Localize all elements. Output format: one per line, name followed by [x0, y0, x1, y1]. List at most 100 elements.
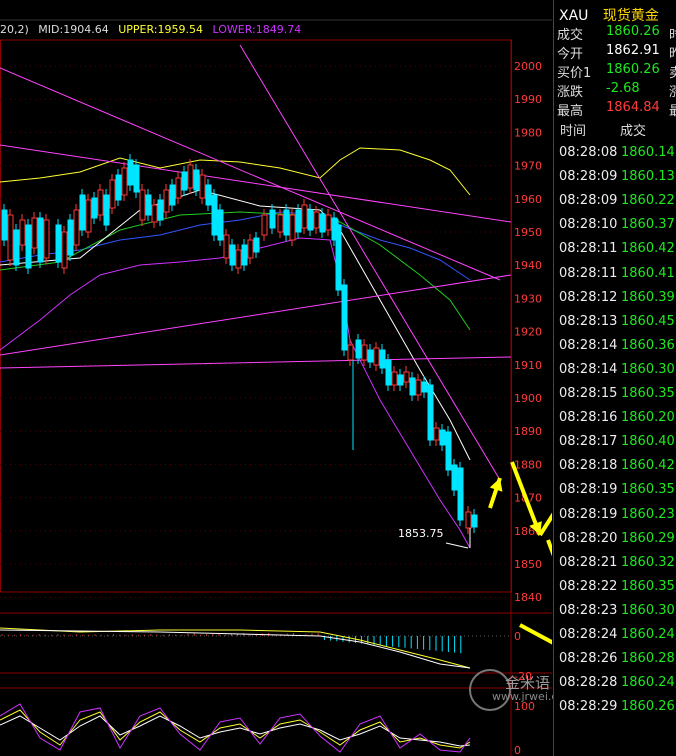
candle-body — [451, 464, 458, 491]
tick-time: 08:28:21 — [559, 554, 618, 570]
candle-body — [85, 199, 92, 233]
quote-panel: XAU 现货黄金 成交 1860.26 时今开 1862.91 昨买价1 1860.26 卖… — [553, 0, 676, 756]
tick-row[interactable]: 08:28:13 1860.45 — [554, 314, 676, 338]
tick-time: 08:28:28 — [559, 675, 618, 691]
quote-label: 今开 — [557, 47, 584, 62]
tick-row[interactable]: 08:28:15 1860.35 — [554, 386, 676, 410]
candle-body — [157, 199, 164, 221]
candle-body — [385, 359, 392, 386]
candle-body — [199, 174, 206, 199]
tick-row[interactable]: 08:28:23 1860.30 — [554, 603, 676, 627]
tick-row[interactable]: 08:28:20 1860.29 — [554, 531, 676, 555]
candle-body — [55, 224, 62, 263]
quote-row: 涨跌 -2.68 涨 — [554, 81, 676, 100]
candle-body — [43, 219, 50, 259]
candle-body — [193, 169, 200, 191]
candle-body — [121, 167, 128, 196]
tick-row[interactable]: 08:28:26 1860.28 — [554, 651, 676, 675]
tick-time: 08:28:16 — [559, 410, 618, 426]
tick-header-price: 成交 — [620, 124, 647, 139]
tick-price: 1860.35 — [621, 386, 675, 401]
tick-row[interactable]: 08:28:28 1860.24 — [554, 675, 676, 699]
candle-body — [235, 249, 242, 269]
candle-body — [67, 219, 74, 256]
candle-body — [415, 379, 422, 396]
candle-body — [471, 514, 478, 528]
tick-row[interactable]: 08:28:11 1860.41 — [554, 266, 676, 290]
tick-row[interactable]: 08:28:16 1860.20 — [554, 410, 676, 434]
tick-row[interactable]: 08:28:19 1860.35 — [554, 482, 676, 506]
tick-price: 1860.14 — [621, 145, 675, 160]
tick-price: 1860.40 — [621, 434, 675, 450]
tick-price: 1860.30 — [621, 602, 675, 618]
tick-time: 08:28:09 — [559, 193, 618, 209]
tick-row[interactable]: 08:28:11 1860.42 — [554, 241, 676, 265]
quote-extra-label: 最 — [669, 104, 676, 119]
kline-chart-area[interactable]: 20,2) MID:1904.64 UPPER:1959.54 LOWER:18… — [0, 0, 575, 756]
tick-row[interactable]: 08:28:14 1860.36 — [554, 338, 676, 362]
tick-price: 1860.29 — [621, 530, 675, 546]
quote-label: 涨跌 — [557, 85, 584, 100]
tick-time: 08:28:20 — [559, 530, 618, 546]
tick-row[interactable]: 08:28:09 1860.22 — [554, 193, 676, 217]
y-axis-label: 1930 — [514, 292, 542, 305]
tick-row[interactable]: 08:28:18 1860.42 — [554, 458, 676, 482]
tick-row[interactable]: 08:28:08 1860.14 — [554, 145, 676, 169]
tick-price: 1860.24 — [621, 627, 675, 642]
tick-row[interactable]: 08:28:10 1860.37 — [554, 217, 676, 241]
y-axis-label: 1960 — [514, 193, 542, 206]
tick-time: 08:28:23 — [559, 602, 618, 618]
tick-row[interactable]: 08:28:14 1860.30 — [554, 362, 676, 386]
bollinger-lower-line — [0, 237, 471, 549]
tick-time: 08:28:08 — [559, 145, 618, 160]
tick-time: 08:28:11 — [559, 265, 618, 281]
candle-body — [439, 429, 446, 446]
tick-time: 08:28:19 — [559, 482, 618, 498]
y-axis-label: 1900 — [514, 392, 542, 405]
tick-time: 08:28:17 — [559, 434, 618, 450]
trendline-rising — [0, 274, 512, 356]
tick-row[interactable]: 08:28:17 1860.40 — [554, 434, 676, 458]
candle-body — [211, 194, 218, 236]
candle-body — [19, 219, 26, 246]
quote-label: 成交 — [557, 28, 584, 43]
tick-row[interactable]: 08:28:09 1860.13 — [554, 169, 676, 193]
bollinger-upper-line — [0, 147, 471, 196]
quote-value: 1864.84 — [606, 100, 660, 115]
candle-body — [175, 177, 182, 199]
quote-extra-label: 卖 — [669, 66, 676, 81]
candle-body — [187, 164, 194, 189]
tick-row[interactable]: 08:28:29 1860.26 — [554, 699, 676, 723]
panel-title: XAU 现货黄金 — [559, 5, 659, 25]
y-axis-label: 1980 — [514, 126, 542, 139]
candle-body — [37, 217, 44, 263]
y-axis-label: 1920 — [514, 326, 542, 339]
tick-price: 1860.36 — [621, 337, 675, 353]
candle-body — [127, 159, 134, 186]
tick-time: 08:28:19 — [559, 506, 618, 522]
candle-body — [139, 189, 146, 221]
tick-row[interactable]: 08:28:12 1860.39 — [554, 290, 676, 314]
quote-value: 1860.26 — [606, 62, 660, 77]
quote-row: 成交 1860.26 时 — [554, 24, 676, 43]
main-chart-frame — [0, 39, 512, 593]
tick-row[interactable]: 08:28:22 1860.35 — [554, 579, 676, 603]
tick-price: 1860.41 — [621, 265, 675, 281]
kdj-j-line — [0, 703, 471, 753]
candle-body — [457, 467, 464, 521]
tick-row[interactable]: 08:28:21 1860.32 — [554, 555, 676, 579]
candle-body — [91, 197, 98, 219]
tick-price: 1860.42 — [621, 241, 675, 257]
tick-time: 08:28:24 — [559, 627, 618, 642]
arrow-down-5 — [519, 623, 552, 645]
quote-value: 1862.91 — [606, 43, 660, 58]
candle-body — [379, 349, 386, 369]
tick-row[interactable]: 08:28:24 1860.24 — [554, 627, 676, 651]
candle-body — [313, 211, 320, 229]
trendline-steep — [239, 44, 501, 481]
quote-value: -2.68 — [606, 81, 640, 96]
tick-time: 08:28:11 — [559, 241, 618, 257]
candle-body — [325, 214, 332, 231]
symbol-name: 现货黄金 — [602, 8, 659, 24]
tick-row[interactable]: 08:28:19 1860.23 — [554, 507, 676, 531]
